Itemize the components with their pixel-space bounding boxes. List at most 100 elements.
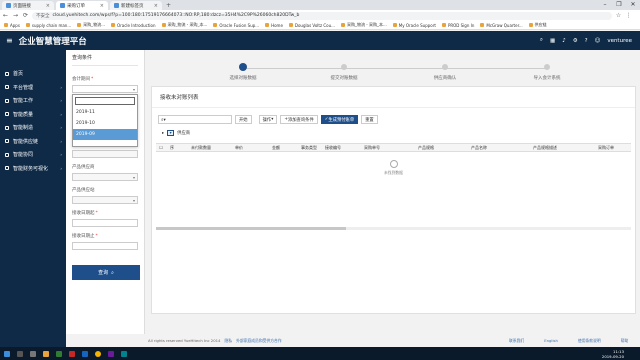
- add-condition-button[interactable]: + 添加查询条件: [280, 115, 318, 124]
- close-icon[interactable]: ×: [46, 3, 50, 9]
- system-clock[interactable]: 11:13 2019-09-20: [602, 349, 640, 359]
- query-button[interactable]: 查询 ⌕: [72, 265, 140, 280]
- supplier-select[interactable]: ▾: [72, 173, 138, 181]
- browser-tab-1[interactable]: 页面链接 ×: [2, 1, 54, 10]
- sidebar-item-supply-chain[interactable]: 智能供应链 ›: [0, 135, 66, 149]
- sidebar-item-quality[interactable]: 智能质量 ›: [0, 108, 66, 122]
- select-all-checkbox[interactable]: ☐: [156, 145, 166, 150]
- settings-icon[interactable]: ⚙: [573, 38, 578, 44]
- user-label[interactable]: venturee: [607, 38, 632, 44]
- search-icon[interactable]: ⌕: [540, 37, 543, 44]
- reset-button[interactable]: 重置: [361, 115, 378, 124]
- close-window-button[interactable]: ✕: [626, 0, 640, 10]
- start-icon[interactable]: [4, 350, 10, 357]
- delivery-date-field[interactable]: [72, 150, 138, 158]
- scrollbar-thumb[interactable]: [156, 227, 346, 230]
- period-option[interactable]: 2019-11: [73, 107, 137, 118]
- file-explorer-icon[interactable]: [43, 350, 49, 357]
- sidebar-item-finance[interactable]: 智能财务可视化 ›: [0, 162, 66, 176]
- bookmark[interactable]: 采购_物流 - 采购_本...: [340, 22, 387, 28]
- period-option-selected[interactable]: 2019-09: [73, 129, 137, 140]
- period-option[interactable]: 2019-10: [73, 118, 137, 129]
- app-icon[interactable]: [121, 350, 127, 357]
- column-header[interactable]: 采购单号: [346, 145, 398, 151]
- bookmark[interactable]: supply chain man...: [25, 23, 71, 28]
- back-icon[interactable]: ←: [2, 12, 9, 19]
- bookmark[interactable]: Oracle Introduction: [110, 23, 156, 28]
- generate-bill-button[interactable]: ✓ 生成预付账单: [320, 115, 359, 124]
- browser-tab-2[interactable]: 采购订单 ×: [56, 1, 108, 10]
- minimize-button[interactable]: –: [598, 0, 612, 10]
- search-input[interactable]: ⌕▾: [158, 115, 232, 124]
- browser-tab-3[interactable]: 新建标签页 ×: [110, 1, 162, 10]
- bookmark[interactable]: PROD Sign In: [441, 23, 474, 28]
- footer-link[interactable]: 联系我们: [509, 338, 524, 344]
- url-text: cloud.yuehitech.com/wps/f?p=100:180:1751…: [52, 13, 300, 18]
- task-view-icon[interactable]: [30, 350, 36, 357]
- bookmark[interactable]: McGraw Quarter...: [480, 23, 523, 28]
- maximize-button[interactable]: ❐: [612, 0, 626, 10]
- word-icon[interactable]: [82, 350, 88, 357]
- bookmark[interactable]: 采购_物流...: [77, 22, 105, 28]
- url-field[interactable]: 不安全 cloud.yuehitech.com/wps/f?p=100:180:…: [32, 11, 612, 20]
- period-select[interactable]: ▾: [72, 85, 138, 93]
- bookmark[interactable]: Douglas Voltz Cou...: [288, 23, 335, 28]
- footer-link[interactable]: 隐私: [224, 338, 232, 344]
- actions-menu-button[interactable]: 操作 ▾: [258, 115, 278, 124]
- close-icon[interactable]: ×: [100, 3, 104, 9]
- footer-link[interactable]: English: [544, 338, 558, 344]
- footer-link[interactable]: 使用条款说明: [578, 338, 601, 344]
- chevron-right-icon: ›: [60, 152, 62, 158]
- date-from-field[interactable]: [72, 219, 138, 227]
- site-select[interactable]: ▾: [72, 196, 138, 204]
- column-header[interactable]: 接收编号: [320, 145, 346, 151]
- help-icon[interactable]: ?: [585, 38, 588, 44]
- hamburger-menu-icon[interactable]: ≡: [6, 36, 13, 45]
- powerpoint-icon[interactable]: [69, 350, 75, 357]
- filter-icon[interactable]: ▾: [167, 130, 175, 136]
- chrome-icon[interactable]: [95, 350, 101, 357]
- bookmark[interactable]: 供应链: [528, 22, 547, 28]
- bookmark[interactable]: Oracle Fusion Sup...: [213, 23, 259, 28]
- sidebar-item-manufacturing[interactable]: 智能制造 ›: [0, 121, 66, 135]
- forward-icon[interactable]: →: [12, 12, 19, 19]
- footer-link[interactable]: 帮助: [621, 338, 629, 344]
- reload-icon[interactable]: ⟳: [22, 12, 29, 19]
- new-tab-button[interactable]: +: [166, 2, 171, 9]
- bell-icon[interactable]: ♪: [562, 38, 566, 44]
- sidebar-item-platform[interactable]: 平台管理 ›: [0, 81, 66, 95]
- progress-stepper: 选择对账数据 提交对账数据 供应商确认 导入会计系统: [213, 58, 577, 86]
- horizontal-scrollbar[interactable]: [156, 227, 631, 230]
- star-icon[interactable]: ☆: [615, 12, 622, 19]
- excel-icon[interactable]: [56, 350, 62, 357]
- chevron-right-icon: ›: [60, 111, 62, 117]
- expand-icon[interactable]: ▸: [162, 131, 164, 136]
- column-header[interactable]: 产品名称: [454, 145, 504, 151]
- grid-icon[interactable]: ▦: [550, 38, 555, 44]
- search-icon[interactable]: [17, 350, 23, 357]
- app-icon[interactable]: [108, 350, 114, 357]
- dropdown-search-input[interactable]: [75, 97, 135, 105]
- footer-link[interactable]: 外部家庭成员和受供方合作: [236, 338, 282, 344]
- date-to-field[interactable]: [72, 242, 138, 250]
- column-header[interactable]: 产品规格: [398, 145, 454, 151]
- unreconciled-list-card: 接收未对账列表 ⌕▾ 开始 操作 ▾ + 添加查询条件 ✓ 生成预付账单 重置 ▸ ▾…: [151, 86, 636, 314]
- sidebar-item-work[interactable]: 智能工作 ›: [0, 94, 66, 108]
- column-header[interactable]: 产品规格描述: [504, 145, 586, 151]
- user-icon[interactable]: ☺: [595, 38, 601, 44]
- column-header[interactable]: 单价: [224, 145, 254, 151]
- bookmark[interactable]: 采购_物流 - 采购_本...: [161, 22, 207, 28]
- sidebar-item-home[interactable]: 首页: [0, 67, 66, 81]
- bookmark[interactable]: Home: [265, 23, 283, 28]
- close-icon[interactable]: ×: [154, 3, 158, 9]
- column-header[interactable]: 金额: [254, 145, 298, 151]
- column-header[interactable]: 采购订单: [586, 145, 626, 151]
- bookmark[interactable]: Apps: [4, 23, 20, 28]
- sidebar-item-collaboration[interactable]: 智能协同 ›: [0, 148, 66, 162]
- browser-menu-icon[interactable]: ⋮: [625, 12, 632, 19]
- column-header[interactable]: 事务类型: [298, 145, 320, 151]
- column-header[interactable]: 序: [166, 145, 178, 151]
- bookmark[interactable]: My Oracle Support: [392, 23, 436, 28]
- go-button[interactable]: 开始: [235, 115, 252, 124]
- column-header[interactable]: 未付款数量: [178, 145, 224, 151]
